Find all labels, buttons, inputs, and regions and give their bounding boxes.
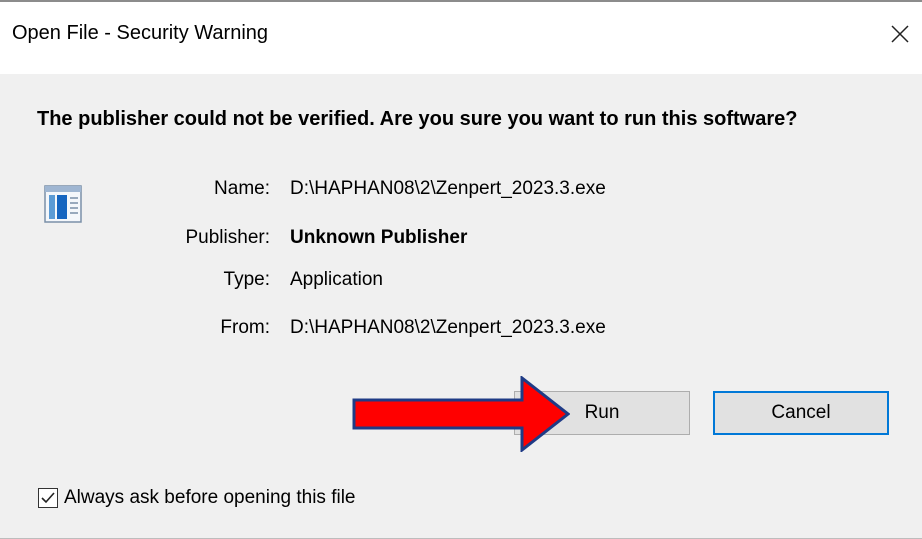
- type-value: Application: [290, 269, 383, 290]
- close-button[interactable]: [886, 20, 914, 48]
- cancel-button[interactable]: Cancel: [713, 391, 889, 435]
- warning-headline: The publisher could not be verified. Are…: [37, 108, 798, 130]
- from-value: D:\HAPHAN08\2\Zenpert_2023.3.exe: [290, 317, 606, 338]
- always-ask-checkbox[interactable]: [38, 488, 58, 508]
- publisher-label: Publisher:: [185, 227, 271, 248]
- window-title: Open File - Security Warning: [12, 22, 269, 44]
- name-value: D:\HAPHAN08\2\Zenpert_2023.3.exe: [290, 178, 606, 199]
- name-label: Name:: [214, 178, 270, 199]
- run-button[interactable]: Run: [514, 391, 690, 435]
- checkmark-icon: [41, 492, 55, 504]
- always-ask-checkbox-row[interactable]: Always ask before opening this file: [38, 485, 356, 511]
- always-ask-label: Always ask before opening this file: [64, 487, 356, 508]
- publisher-value: Unknown Publisher: [290, 227, 468, 248]
- type-label: Type:: [223, 269, 270, 290]
- security-warning-dialog: Open File - Security Warning The publish…: [0, 0, 922, 539]
- title-bar: Open File - Security Warning: [0, 2, 922, 74]
- close-icon: [891, 25, 909, 43]
- from-label: From:: [220, 317, 270, 338]
